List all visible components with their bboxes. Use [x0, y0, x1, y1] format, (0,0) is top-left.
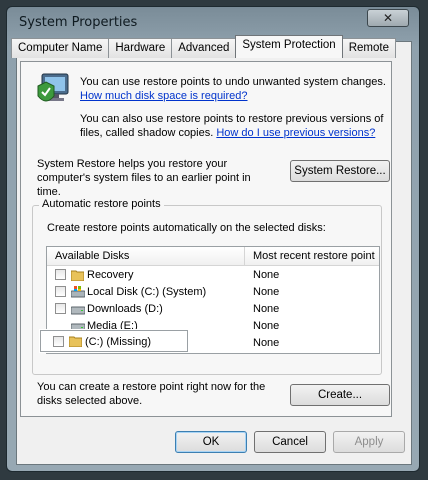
- disk-restore-point: None: [253, 269, 280, 281]
- group-label: Automatic restore points: [39, 198, 164, 210]
- create-button[interactable]: Create...: [290, 384, 390, 406]
- tab-remote[interactable]: Remote: [341, 38, 396, 58]
- restore-instruction: Create restore points automatically on t…: [47, 222, 326, 234]
- disk-space-link[interactable]: How much disk space is required?: [80, 90, 248, 102]
- intro-paragraph-2: You can also use restore points to resto…: [80, 112, 390, 140]
- disk-restore-point: None: [253, 320, 280, 332]
- disk-name: Local Disk (C:) (System): [87, 286, 207, 298]
- tab-hardware[interactable]: Hardware: [108, 38, 173, 58]
- disk-checkbox[interactable]: [55, 269, 66, 280]
- disk-row-local-disk-c[interactable]: Local Disk (C:) (System) None: [47, 284, 379, 300]
- disk-row-recovery[interactable]: Recovery None: [47, 267, 379, 283]
- disk-row-c-missing[interactable]: (C:) (Missing): [40, 330, 188, 352]
- system-protection-icon: [37, 73, 69, 102]
- disk-row-downloads-d[interactable]: Downloads (D:) None: [47, 301, 379, 317]
- ok-button[interactable]: OK: [175, 431, 247, 453]
- apply-button[interactable]: Apply: [333, 431, 405, 453]
- folder-icon: [69, 336, 82, 347]
- disk-restore-point: None: [253, 303, 280, 315]
- column-most-recent-restore-point[interactable]: Most recent restore point: [245, 247, 379, 265]
- drive-icon: [71, 306, 85, 315]
- disk-restore-point: None: [253, 337, 280, 349]
- folder-icon: [71, 270, 84, 281]
- disk-name: (C:) (Missing): [85, 336, 151, 348]
- disk-name: Recovery: [87, 269, 134, 281]
- tab-system-protection[interactable]: System Protection: [235, 35, 343, 58]
- close-icon: ✕: [382, 11, 394, 25]
- previous-versions-link[interactable]: How do I use previous versions?: [216, 127, 375, 139]
- tab-advanced[interactable]: Advanced: [171, 38, 237, 58]
- close-button[interactable]: ✕: [367, 9, 409, 27]
- tab-strip: Computer Name Hardware Advanced System P…: [11, 35, 396, 58]
- list-header: Available Disks Most recent restore poin…: [47, 247, 379, 266]
- system-restore-description: System Restore helps you restore your co…: [37, 158, 251, 198]
- cancel-button[interactable]: Cancel: [254, 431, 326, 453]
- system-drive-icon: [71, 286, 85, 298]
- intro-paragraph-1: You can use restore points to undo unwan…: [80, 75, 390, 103]
- disk-restore-point: None: [253, 286, 280, 298]
- disk-checkbox[interactable]: [55, 303, 66, 314]
- tab-computer-name[interactable]: Computer Name: [11, 38, 110, 58]
- disk-checkbox[interactable]: [55, 286, 66, 297]
- intro-text-1: You can use restore points to undo unwan…: [80, 76, 386, 88]
- column-available-disks[interactable]: Available Disks: [47, 247, 245, 265]
- window-title: System Properties: [19, 15, 138, 30]
- disk-name: Downloads (D:): [87, 303, 163, 315]
- system-restore-button[interactable]: System Restore...: [290, 160, 390, 182]
- create-description: You can create a restore point right now…: [37, 381, 266, 407]
- disk-checkbox[interactable]: [53, 336, 64, 347]
